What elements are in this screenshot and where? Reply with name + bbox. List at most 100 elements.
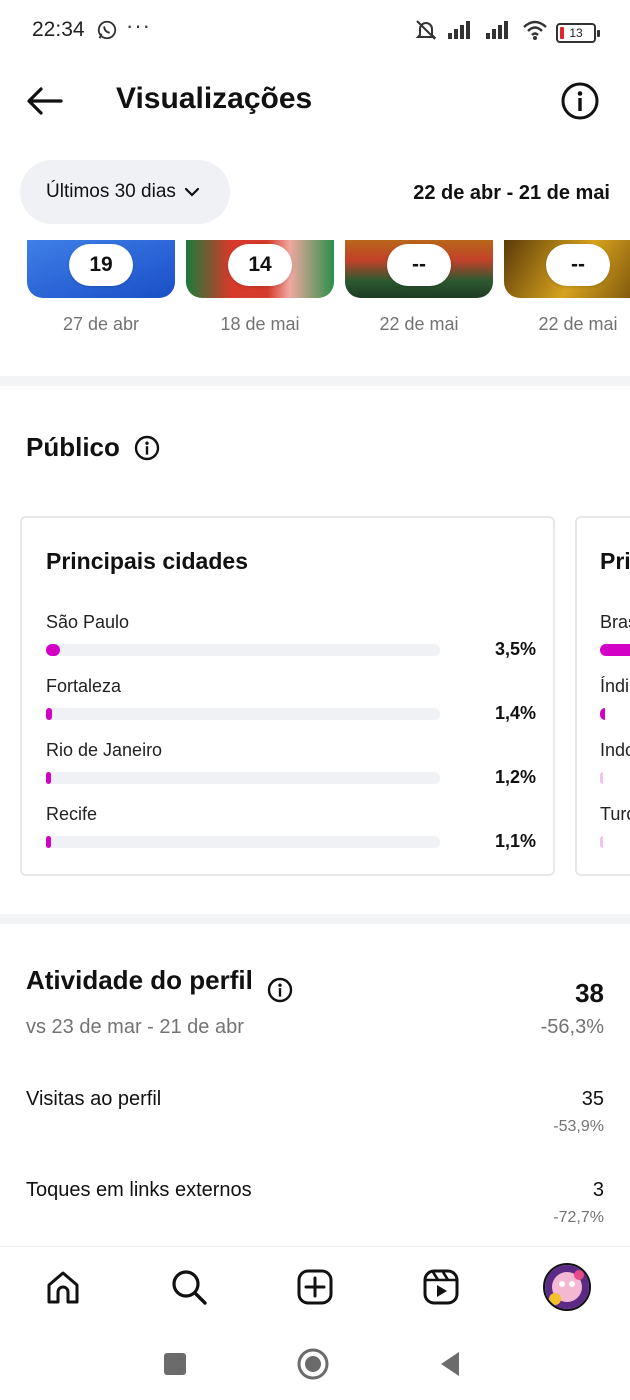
wifi-icon <box>522 19 548 46</box>
nav-profile[interactable] <box>543 1263 591 1311</box>
back-button[interactable] <box>22 80 68 122</box>
thumbnail-date: 22 de mai <box>538 314 618 334</box>
app-header: Visualizações <box>0 70 630 132</box>
thumbnail-count: 19 <box>69 244 133 286</box>
bar-fill <box>46 836 51 848</box>
date-range-dropdown[interactable]: Últimos 30 dias <box>20 160 230 224</box>
city-percentage: 3,5% <box>494 639 536 659</box>
activity-row-change: -53,9% <box>553 1118 604 1135</box>
bar-fill <box>600 836 603 848</box>
top-countries-card[interactable]: Pri Bras Índi Indo Turq <box>575 516 630 876</box>
home-button[interactable] <box>293 1344 333 1384</box>
signal-icon-2 <box>484 19 514 46</box>
thumbnail-count: 14 <box>228 244 292 286</box>
thumbnail-item[interactable]: -- 22 de mai <box>504 240 630 335</box>
country-name: Indo <box>600 740 630 760</box>
country-name: Índi <box>600 676 630 696</box>
city-row: São Paulo 3,5% <box>46 612 536 662</box>
whatsapp-icon <box>96 19 118 46</box>
nav-search[interactable] <box>165 1263 213 1311</box>
back-nav-button[interactable] <box>430 1344 470 1384</box>
city-row: Fortaleza 1,4% <box>46 676 536 726</box>
city-name: Recife <box>46 804 98 824</box>
plus-square-icon <box>297 1269 333 1305</box>
activity-row-value: 35 <box>581 1088 604 1110</box>
home-icon <box>47 1271 79 1304</box>
battery-level: 13 <box>569 25 583 40</box>
date-range-text: 22 de abr - 21 de mai <box>413 182 610 204</box>
city-row: Recife 1,1% <box>46 804 536 854</box>
bar-track <box>46 708 440 720</box>
thumbnail-item[interactable]: -- 22 de mai <box>345 240 493 335</box>
circle-icon <box>297 1348 329 1380</box>
activity-row-value: 3 <box>592 1179 604 1201</box>
section-divider <box>0 914 630 924</box>
info-icon[interactable] <box>267 977 293 1003</box>
city-row: Rio de Janeiro 1,2% <box>46 740 536 790</box>
bar-fill <box>46 772 51 784</box>
thumbnail-count: -- <box>546 244 610 286</box>
bar-fill <box>600 772 603 784</box>
square-icon <box>164 1353 186 1375</box>
status-time: 22:34 <box>32 18 85 41</box>
avatar <box>543 1263 591 1311</box>
city-percentage: 1,2% <box>494 767 536 787</box>
bar-fill <box>46 644 60 656</box>
country-name: Bras <box>600 612 630 632</box>
signal-icon <box>446 19 476 46</box>
bar-fill <box>46 708 52 720</box>
top-cities-card: Principais cidades São Paulo 3,5% Fortal… <box>20 516 555 876</box>
card-title: Pri <box>600 548 630 574</box>
thumbnail-date: 18 de mai <box>220 314 300 334</box>
bar-track <box>46 644 440 656</box>
activity-row: Visitas ao perfil 35 -53,9% <box>26 1088 604 1148</box>
chevron-down-icon <box>184 187 199 197</box>
bar-fill <box>600 708 605 720</box>
triangle-left-icon <box>441 1352 459 1376</box>
activity-change: -56,3% <box>540 1016 604 1038</box>
card-title: Principais cidades <box>46 548 248 574</box>
thumbnail-item[interactable]: 14 18 de mai <box>186 240 334 335</box>
audience-title: Público <box>26 432 120 462</box>
bar-track <box>46 772 440 784</box>
recents-button[interactable] <box>155 1344 195 1384</box>
info-button[interactable] <box>560 81 600 121</box>
city-percentage: 1,1% <box>494 831 536 851</box>
content-thumbnails: 19 27 de abr 14 18 de mai -- 22 de mai -… <box>0 240 630 350</box>
bottom-navigation <box>0 1246 630 1326</box>
system-navigation <box>0 1326 630 1400</box>
status-bar: 22:34 ··· 13 <box>0 0 630 60</box>
thumbnail-image: 14 <box>186 240 334 298</box>
activity-total: 38 <box>575 978 604 1008</box>
activity-section-title: Atividade do perfil <box>26 957 293 1003</box>
thumbnail-date: 27 de abr <box>62 314 140 334</box>
activity-row-label: Toques em links externos <box>26 1179 252 1201</box>
city-name: Fortaleza <box>46 676 122 696</box>
mute-icon <box>414 18 438 47</box>
thumbnail-count: -- <box>387 244 451 286</box>
activity-row-change: -72,7% <box>553 1209 604 1226</box>
nav-create[interactable] <box>291 1263 339 1311</box>
nav-reels[interactable] <box>417 1263 465 1311</box>
thumbnail-item[interactable]: 19 27 de abr <box>27 240 175 335</box>
activity-row: Toques em links externos 3 -72,7% <box>26 1179 604 1239</box>
city-percentage: 1,4% <box>494 703 536 723</box>
country-name: Turq <box>600 804 630 824</box>
info-icon <box>561 82 599 120</box>
thumbnail-image: -- <box>504 240 630 298</box>
city-name: São Paulo <box>46 612 130 632</box>
page-title: Visualizações <box>116 82 313 115</box>
thumbnail-image: 19 <box>27 240 175 298</box>
date-range-dropdown-label: Últimos 30 dias <box>46 181 176 202</box>
bar-track <box>46 836 440 848</box>
audience-section-title: Público <box>26 432 160 463</box>
activity-comparison-period: vs 23 de mar - 21 de abr <box>26 1016 244 1038</box>
section-divider <box>0 376 630 386</box>
bar-fill <box>600 644 630 656</box>
thumbnail-image: -- <box>345 240 493 298</box>
nav-home[interactable] <box>39 1263 87 1311</box>
info-icon[interactable] <box>134 435 160 461</box>
activity-title: Atividade do perfil <box>26 964 253 995</box>
arrow-left-icon <box>27 87 63 115</box>
search-icon <box>172 1270 207 1305</box>
